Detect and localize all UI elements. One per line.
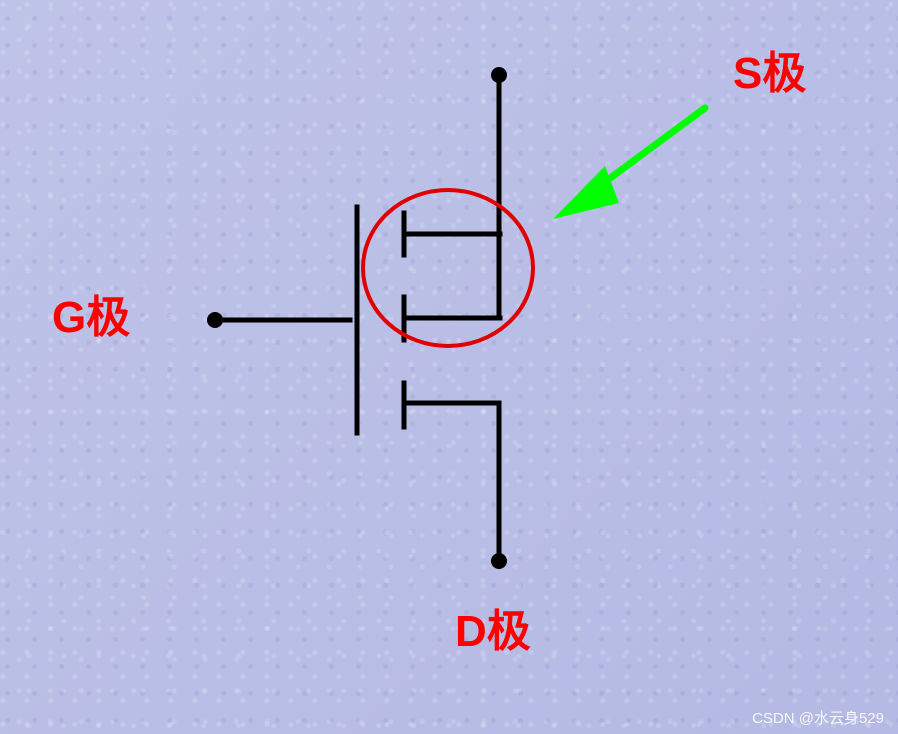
drain-terminal-dot — [491, 553, 507, 569]
csdn-watermark: CSDN @水云身529 — [752, 710, 884, 727]
gate-label: G极 — [52, 293, 131, 342]
green-pointer-arrow — [553, 104, 709, 219]
gate-terminal-dot — [207, 312, 223, 328]
drain-label: D极 — [455, 607, 531, 656]
source-highlight-circle — [361, 188, 535, 348]
mosfet-symbol-diagram — [207, 67, 709, 569]
diagram-canvas: S极 G极 D极 CSDN @水云身529 — [0, 0, 898, 734]
source-terminal-dot — [491, 67, 507, 83]
source-label: S极 — [733, 49, 807, 98]
